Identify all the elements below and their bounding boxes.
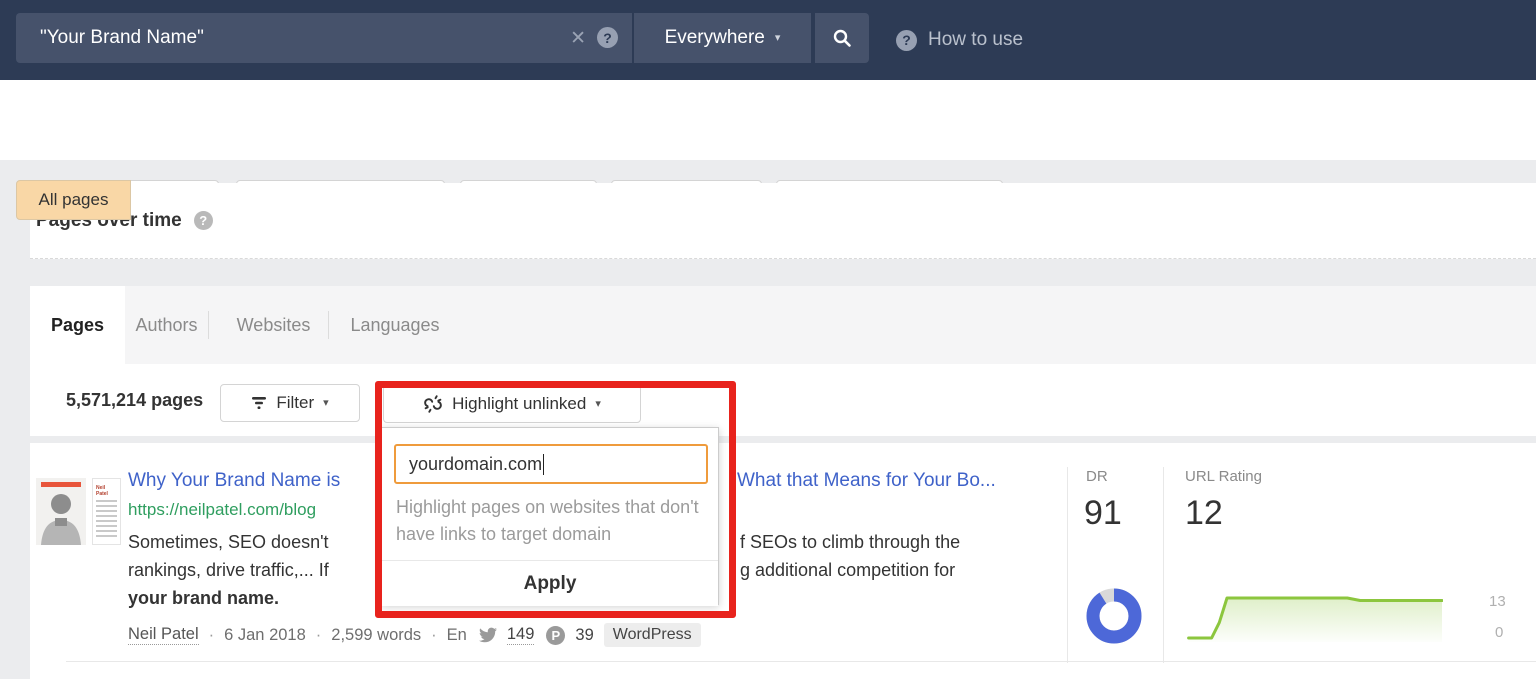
dr-value: 91 bbox=[1084, 494, 1122, 533]
tab-separator bbox=[328, 311, 329, 339]
pinterest-icon: P bbox=[546, 626, 565, 645]
apply-label: Apply bbox=[524, 573, 577, 595]
target-domain-value: yourdomain.com bbox=[409, 454, 542, 475]
sparkline-min-label: 0 bbox=[1495, 624, 1503, 641]
dr-donut-chart bbox=[1086, 588, 1142, 649]
result-thumbnail-page[interactable]: Neil Patel bbox=[92, 478, 121, 545]
meta-separator: · bbox=[316, 626, 322, 645]
thumbnail-text-lines bbox=[96, 500, 117, 540]
filter-button[interactable]: Filter ▾ bbox=[220, 384, 360, 422]
result-title-right[interactable]: What that Means for Your Bo... bbox=[737, 470, 996, 492]
filter-button-label: Filter bbox=[276, 393, 314, 413]
result-title-left[interactable]: Why Your Brand Name is bbox=[128, 470, 340, 492]
word-count: 2,599 words bbox=[331, 626, 421, 645]
caret-down-icon: ▾ bbox=[595, 399, 601, 410]
url-rating-label: URL Rating bbox=[1185, 468, 1262, 485]
tab-authors-label: Authors bbox=[135, 315, 197, 336]
description-line: f SEOs to climb through the bbox=[740, 528, 960, 556]
tab-strip bbox=[125, 286, 1536, 364]
tab-pages[interactable]: Pages bbox=[30, 286, 125, 364]
pinterest-share-count: 39 bbox=[575, 626, 593, 645]
clear-search-icon[interactable]: ✕ bbox=[570, 27, 586, 50]
tab-languages-label: Languages bbox=[350, 315, 439, 336]
result-description-left: Sometimes, SEO doesn't rankings, drive t… bbox=[128, 528, 329, 612]
popover-help-text: Highlight pages on websites that don't h… bbox=[396, 494, 708, 548]
description-highlight: your brand name. bbox=[128, 584, 329, 612]
how-to-use-label: How to use bbox=[928, 29, 1023, 51]
filter-icon bbox=[251, 396, 267, 410]
tab-websites[interactable]: Websites bbox=[220, 286, 327, 364]
results-count: 5,571,214 pages bbox=[66, 390, 203, 411]
description-line: Sometimes, SEO doesn't bbox=[128, 528, 329, 556]
meta-separator: · bbox=[209, 626, 215, 645]
caret-down-icon: ▾ bbox=[323, 398, 329, 409]
twitter-share-count[interactable]: 149 bbox=[507, 625, 535, 645]
description-line: rankings, drive traffic,... If bbox=[128, 556, 329, 584]
twitter-icon bbox=[479, 626, 497, 644]
sparkline-max-label: 13 bbox=[1489, 593, 1506, 610]
topbar: "Your Brand Name" ✕ ? Everywhere ▾ ? How… bbox=[0, 0, 1536, 80]
tab-separator bbox=[208, 311, 209, 339]
stats-mid-divider bbox=[1163, 467, 1164, 663]
search-button[interactable] bbox=[815, 13, 869, 63]
url-rating-sparkline bbox=[1185, 590, 1443, 647]
highlight-unlinked-label: Highlight unlinked bbox=[452, 394, 586, 414]
language-code: En bbox=[447, 626, 467, 645]
pages-over-time-help-icon[interactable]: ? bbox=[194, 211, 213, 230]
apply-button[interactable]: Apply bbox=[382, 561, 718, 606]
row-divider bbox=[66, 661, 1536, 662]
content-explorer-page: "Your Brand Name" ✕ ? Everywhere ▾ ? How… bbox=[0, 0, 1536, 679]
target-domain-input[interactable]: yourdomain.com bbox=[394, 444, 708, 484]
segment-all-pages[interactable]: All pages bbox=[16, 180, 131, 220]
stats-left-divider bbox=[1067, 467, 1068, 663]
filter-bar: All pages News Publication date ▾ Platfo… bbox=[0, 80, 1536, 160]
tab-pages-label: Pages bbox=[51, 315, 104, 336]
text-cursor bbox=[543, 454, 544, 475]
result-meta-row: Neil Patel · 6 Jan 2018 · 2,599 words · … bbox=[128, 623, 701, 647]
result-description-right: f SEOs to climb through the g additional… bbox=[740, 528, 960, 584]
tab-websites-label: Websites bbox=[237, 315, 311, 336]
search-icon bbox=[832, 28, 852, 48]
platform-badge: WordPress bbox=[604, 623, 701, 647]
highlight-unlinked-button[interactable]: Highlight unlinked ▾ bbox=[383, 385, 641, 423]
ur-sparkline-area bbox=[1189, 598, 1442, 642]
help-icon: ? bbox=[896, 30, 917, 51]
results-toolbar-card: Pages Authors Websites Languages 5,571,2… bbox=[30, 286, 1536, 436]
description-line: g additional competition for bbox=[740, 556, 960, 584]
tab-languages[interactable]: Languages bbox=[340, 286, 450, 364]
dr-label: DR bbox=[1086, 468, 1108, 485]
result-thumbnail-photo[interactable] bbox=[36, 478, 86, 545]
author-link[interactable]: Neil Patel bbox=[128, 625, 199, 645]
publish-date: 6 Jan 2018 bbox=[224, 626, 306, 645]
meta-separator: · bbox=[431, 626, 437, 645]
caret-down-icon: ▾ bbox=[775, 33, 781, 44]
how-to-use-link[interactable]: ? How to use bbox=[896, 29, 1023, 51]
tab-authors[interactable]: Authors bbox=[123, 286, 210, 364]
search-query-text: "Your Brand Name" bbox=[40, 27, 204, 49]
all-pages-label: All pages bbox=[39, 190, 109, 210]
highlight-unlinked-popover: yourdomain.com Highlight pages on websit… bbox=[381, 427, 719, 605]
dr-donut-arc bbox=[1093, 595, 1135, 637]
search-input[interactable]: "Your Brand Name" ✕ ? bbox=[16, 13, 632, 63]
result-url[interactable]: https://neilpatel.com/blog bbox=[128, 500, 316, 520]
pages-over-time-card: Pages over time ? bbox=[30, 183, 1536, 259]
url-rating-value: 12 bbox=[1185, 494, 1223, 533]
scope-label: Everywhere bbox=[665, 27, 765, 49]
scope-dropdown[interactable]: Everywhere ▾ bbox=[633, 13, 811, 63]
thumbnail-author-text: Neil Patel bbox=[96, 485, 117, 497]
search-help-icon[interactable]: ? bbox=[597, 27, 618, 48]
broken-link-icon bbox=[423, 394, 443, 414]
